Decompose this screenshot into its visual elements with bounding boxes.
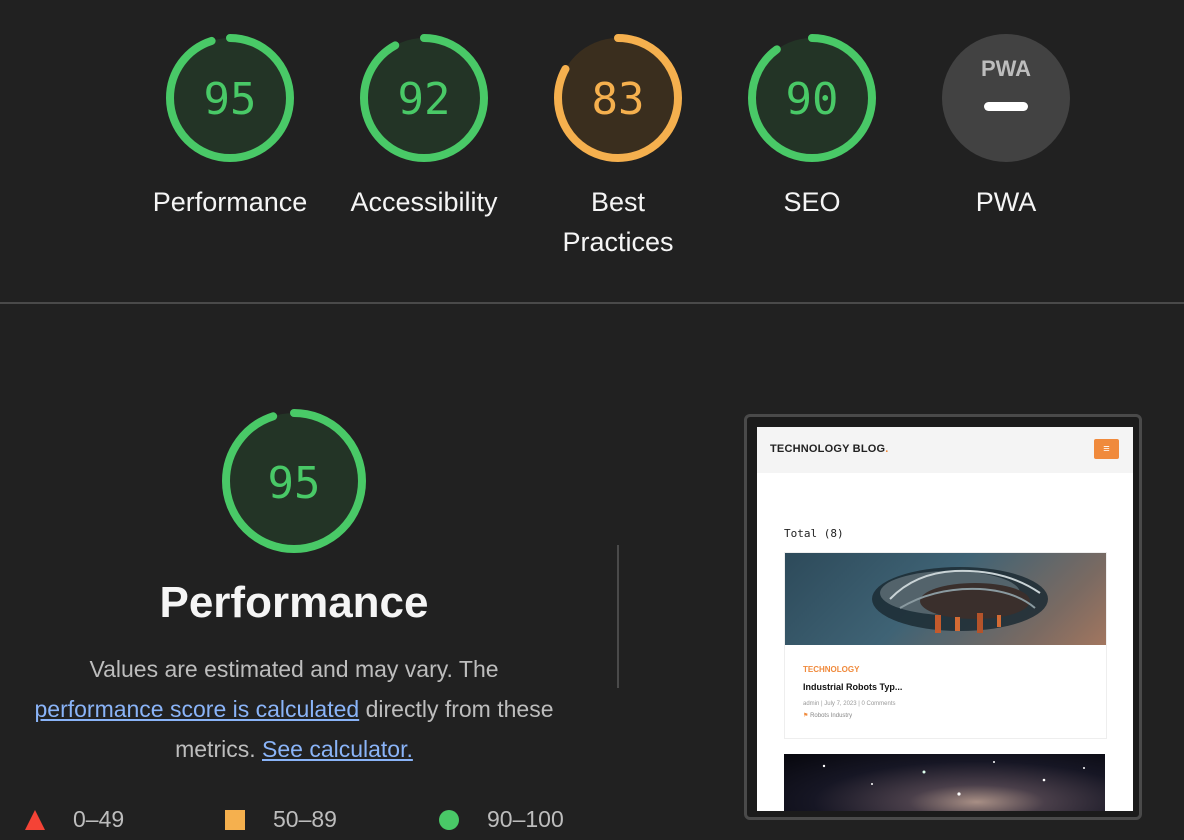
score-legend: 0–49 50–89 90–100	[0, 806, 600, 836]
gauge-ring-best-practices: 83	[554, 34, 682, 162]
desc-text: Values are estimated and may vary. The	[89, 656, 499, 682]
pwa-logo-text: PWA	[981, 56, 1031, 81]
gauge-ring-accessibility: 92	[360, 34, 488, 162]
vertical-divider	[617, 545, 619, 688]
legend-item-fail: 0–49	[25, 806, 124, 833]
gauge-performance[interactable]: 95 Performance	[135, 32, 325, 222]
gauge-label: Performance	[152, 187, 308, 217]
red-triangle-icon	[25, 809, 45, 830]
performance-score-gauge: 95	[219, 406, 369, 561]
pwa-dash-icon	[984, 102, 1028, 111]
post-card: TECHNOLOGY Industrial Robots Typ... admi…	[784, 552, 1107, 739]
legend-item-average: 50–89	[225, 806, 337, 833]
pwa-badge-icon: PWA	[942, 34, 1070, 162]
post-image-galaxy	[784, 754, 1105, 811]
gauge-accessibility[interactable]: 92 Accessibility	[329, 32, 519, 222]
post-total: Total (8)	[784, 527, 844, 540]
tag-icon: ⚑	[803, 713, 809, 719]
legend-range: 0–49	[73, 806, 125, 832]
section-divider	[0, 302, 1184, 304]
legend-range: 90–100	[487, 806, 564, 832]
gauge-score: 95	[268, 458, 321, 509]
gauge-label: Best Practices	[562, 187, 674, 257]
performance-title: Performance	[159, 578, 429, 627]
gauge-score: 83	[592, 74, 645, 125]
post-meta: admin | July 7, 2023 | 0 Comments	[803, 701, 896, 707]
post-title: Industrial Robots Typ...	[803, 682, 903, 692]
gauge-best-practices[interactable]: 83 Best Practices	[523, 32, 713, 262]
gauge-label: PWA	[975, 187, 1037, 217]
hamburger-menu-icon: ≡	[1094, 439, 1119, 459]
gauge-score: 90	[786, 74, 839, 125]
post-category: TECHNOLOGY	[803, 665, 860, 674]
performance-gauge-ring: 95	[222, 409, 366, 553]
post-tag: ⚑ Robots Industry	[803, 713, 853, 719]
legend-item-pass: 90–100	[439, 806, 564, 833]
gauge-seo[interactable]: 90 SEO	[717, 32, 907, 222]
final-screenshot-frame[interactable]: TECHNOLOGY BLOG. ≡ Total (8) TECHNOLOGY	[744, 414, 1142, 820]
page-screenshot: TECHNOLOGY BLOG. ≡ Total (8) TECHNOLOGY	[757, 427, 1133, 811]
orange-square-icon	[225, 809, 245, 830]
legend-range: 50–89	[273, 806, 337, 832]
green-circle-icon	[439, 809, 459, 830]
gauge-score: 95	[204, 74, 257, 125]
gauge-label: SEO	[783, 187, 841, 217]
gauge-label: Accessibility	[350, 187, 498, 217]
see-calculator-link[interactable]: See calculator.	[262, 736, 413, 762]
blog-logo: TECHNOLOGY BLOG.	[770, 443, 889, 455]
gauge-fill	[942, 34, 1070, 162]
gauge-ring-performance: 95	[166, 34, 294, 162]
post-image-robot-brain	[785, 553, 1106, 645]
performance-score-link[interactable]: performance score is calculated	[34, 696, 359, 722]
gauge-score: 92	[398, 74, 451, 125]
performance-description: Values are estimated and may vary. The p…	[0, 649, 588, 769]
gauge-ring-seo: 90	[748, 34, 876, 162]
blog-header: TECHNOLOGY BLOG. ≡	[757, 427, 1133, 473]
gauge-pwa[interactable]: PWA PWA	[911, 32, 1101, 222]
category-gauges: 95 Performance 92 Accessibility 83 Best …	[0, 0, 1184, 302]
